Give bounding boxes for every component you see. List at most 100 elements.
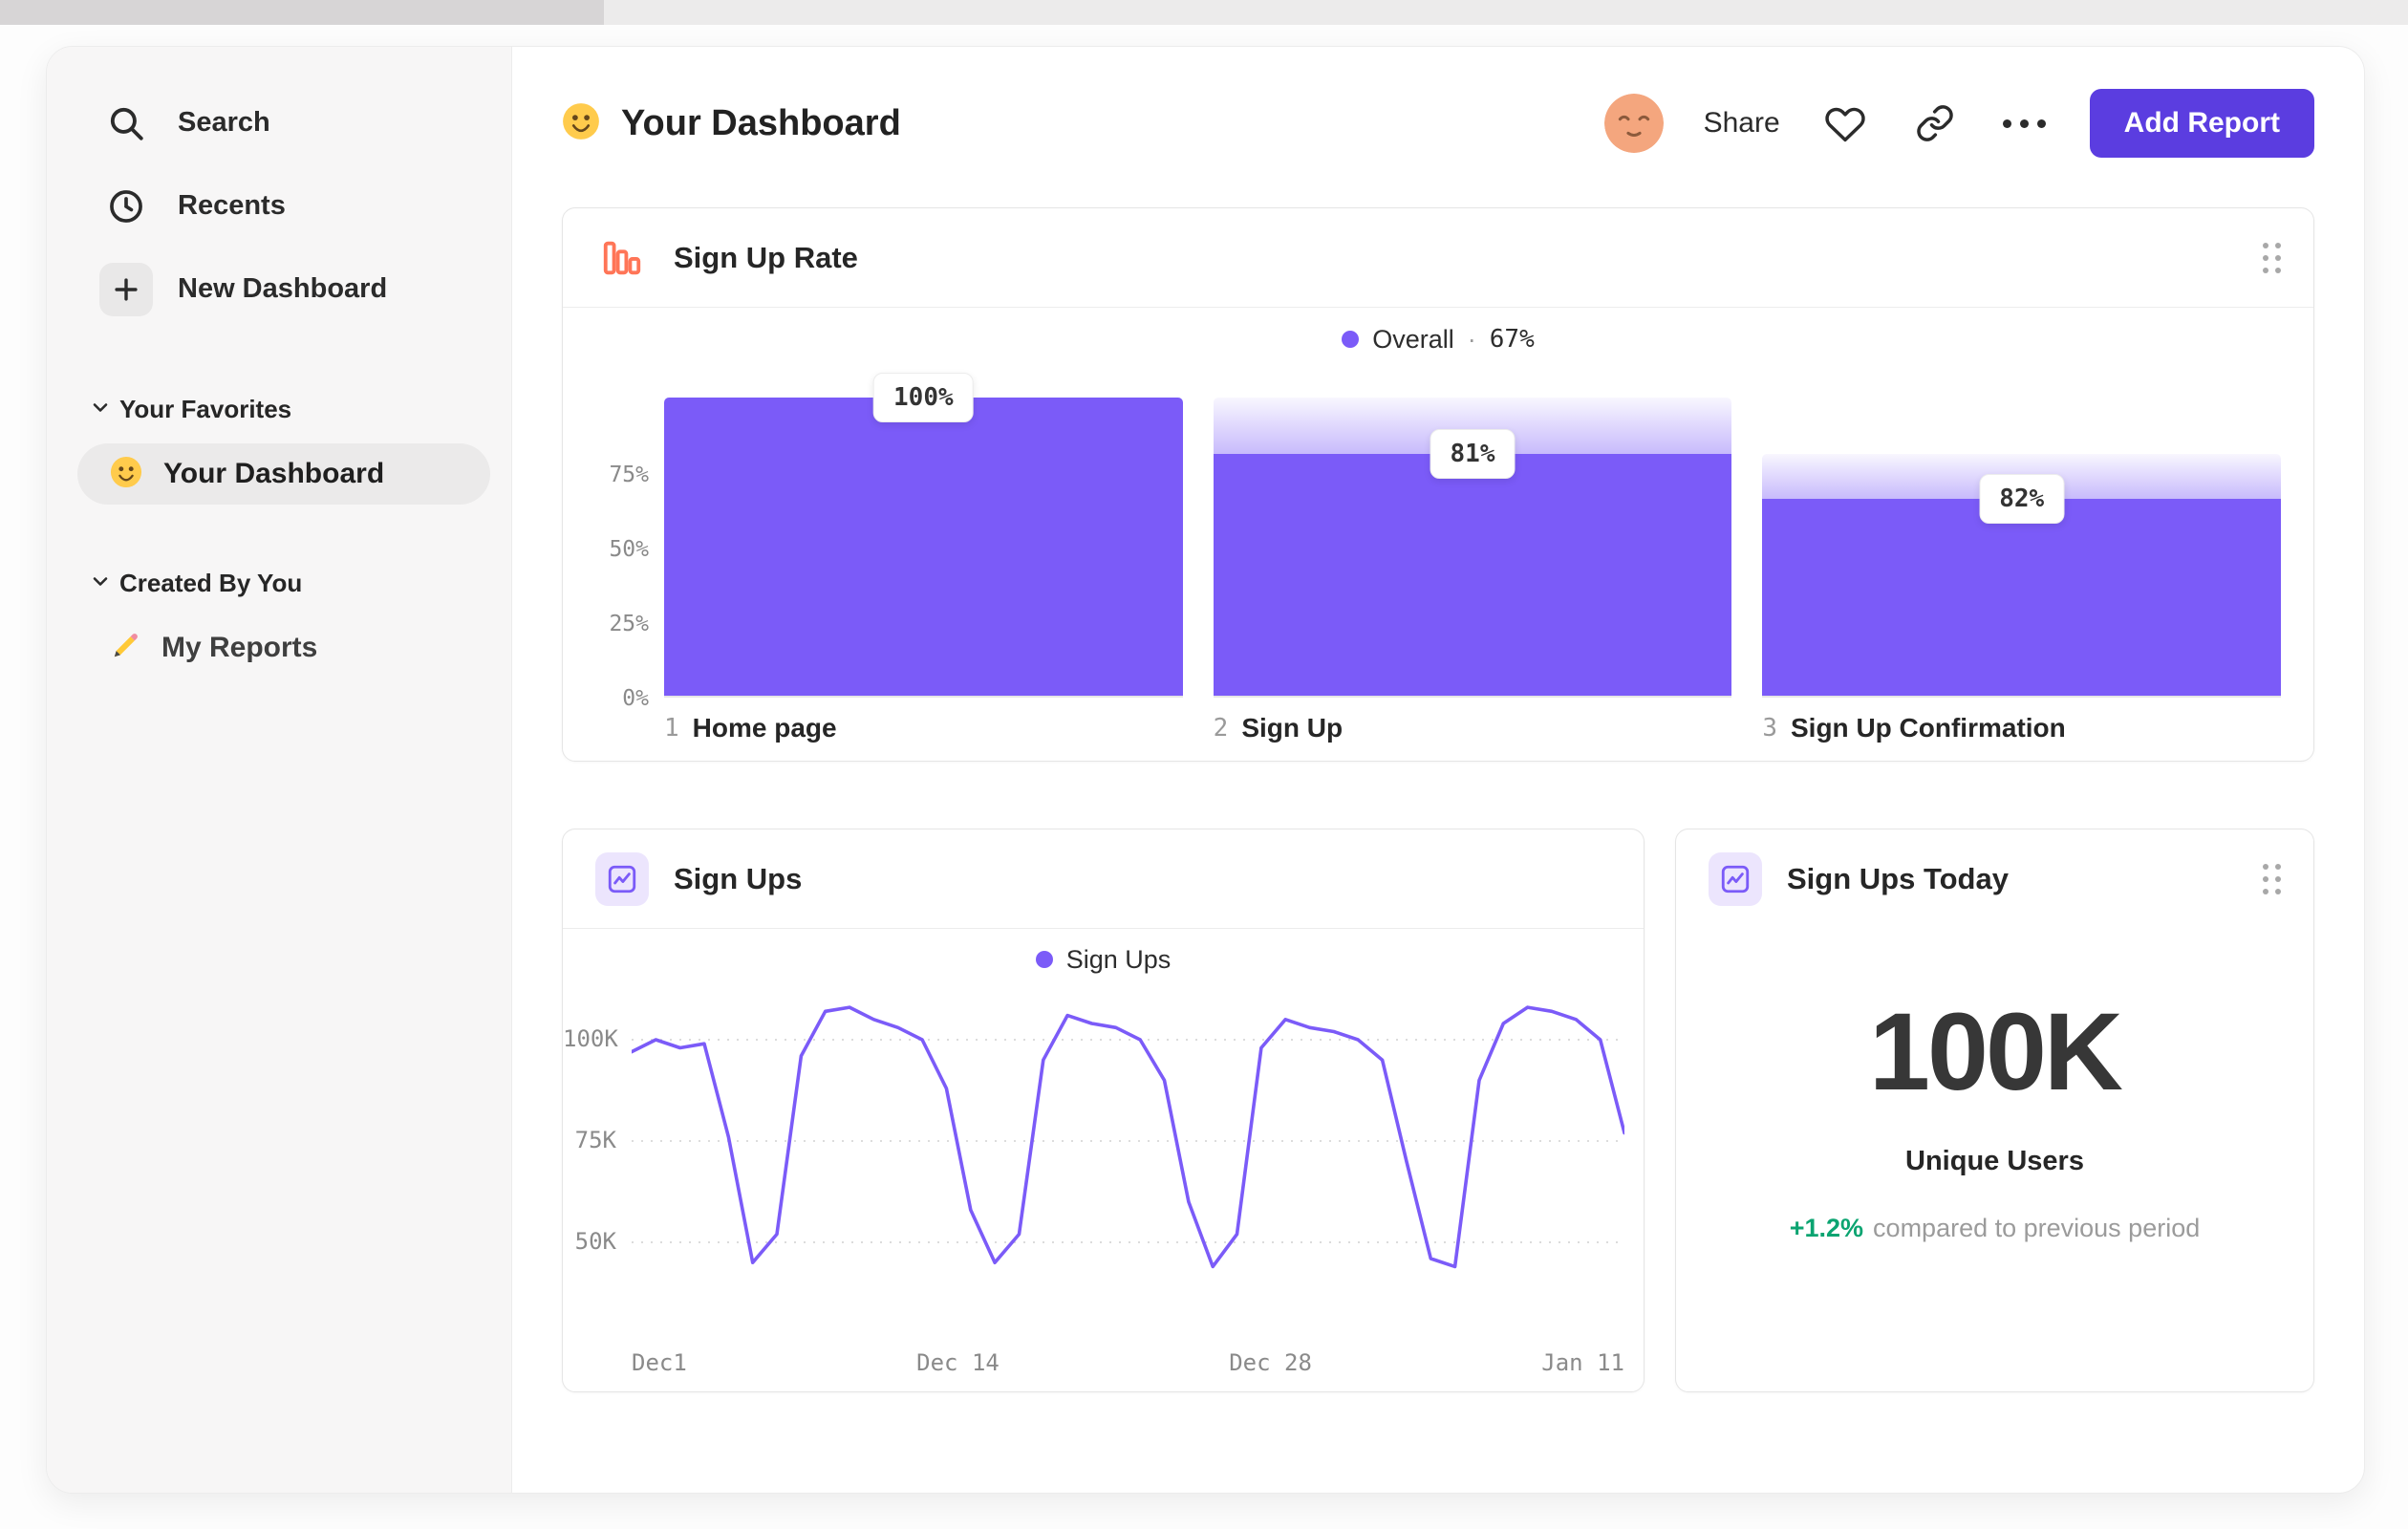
x-tick: Dec 28	[1229, 1349, 1312, 1376]
kpi-label: Unique Users	[1905, 1146, 2084, 1176]
step-number: 3	[1762, 714, 1777, 743]
step-number: 2	[1213, 714, 1229, 743]
legend-separator: ·	[1467, 324, 1476, 354]
more-options-button[interactable]	[2000, 98, 2050, 148]
search-icon	[99, 97, 153, 150]
sidebar-item-label: Your Dashboard	[163, 458, 385, 489]
line-legend[interactable]: Sign Ups	[563, 929, 1644, 990]
card-header: Sign Ups	[563, 829, 1644, 929]
funnel-step-label: 2 Sign Up	[1214, 713, 1732, 743]
top-strip	[0, 0, 2408, 25]
funnel-y-axis: 75% 50% 25% 0%	[595, 399, 664, 711]
legend-dot	[1035, 951, 1053, 968]
y-tick: 0%	[622, 686, 649, 711]
section-header-created-by-you[interactable]: Created By You	[47, 558, 511, 608]
y-tick: 25%	[609, 612, 649, 636]
card-sign-ups: Sign Ups Sign Ups 100K 75K 50K Dec1 Dec …	[562, 829, 1645, 1392]
funnel-x-axis: 1 Home page 2 Sign Up 3 Sign Up Confirma…	[563, 713, 2313, 743]
funnel-bars: 100% 81% 82%	[664, 373, 2282, 698]
drag-handle-icon[interactable]	[2263, 864, 2281, 894]
cards-row: Sign Ups Sign Ups 100K 75K 50K Dec1 Dec …	[562, 829, 2314, 1392]
kpi-delta: +1.2%	[1789, 1214, 1864, 1242]
line-chart-plot	[632, 1005, 1624, 1269]
kpi-value: 100K	[1869, 991, 2123, 1113]
sidebar: Search Recents New Dashboard Your Favori…	[47, 47, 512, 1493]
line-x-axis: Dec1 Dec 14 Dec 28 Jan 11	[632, 1344, 1624, 1382]
page-header: Your Dashboard Share Add Report	[562, 87, 2314, 160]
app-window: Search Recents New Dashboard Your Favori…	[46, 46, 2365, 1494]
sidebar-item-your-dashboard[interactable]: Your Dashboard	[77, 443, 490, 505]
section-created-by-you: Created By You My Reports	[47, 558, 511, 678]
funnel-value-badge: 82%	[1979, 474, 2065, 525]
bar-solid-segment	[1762, 499, 2282, 696]
sidebar-item-new-dashboard[interactable]: New Dashboard	[47, 248, 511, 331]
page-title: Your Dashboard	[621, 102, 901, 143]
funnel-x-labels: 1 Home page 2 Sign Up 3 Sign Up Confirma…	[664, 713, 2281, 743]
page-title-group: Your Dashboard	[562, 102, 901, 145]
add-report-button[interactable]: Add Report	[2089, 89, 2314, 158]
sidebar-item-label: My Reports	[161, 632, 318, 663]
line-chart[interactable]: 100K 75K 50K Dec1 Dec 14 Dec 28 Jan 11	[563, 990, 1644, 1382]
card-title: Sign Ups	[674, 861, 803, 895]
share-button[interactable]: Share	[1704, 107, 1780, 140]
section-label: Your Favorites	[119, 394, 292, 423]
sign-ups-series-line	[632, 1005, 1624, 1269]
smiley-icon	[110, 456, 142, 493]
top-strip-left-segment	[0, 0, 604, 25]
card-header: Sign Ups Today	[1676, 829, 2313, 929]
funnel-bar-sign-up-confirmation[interactable]: 82%	[1762, 399, 2282, 698]
x-tick: Dec 14	[916, 1349, 1000, 1376]
card-title: Sign Ups Today	[1787, 862, 2009, 895]
bar-solid-segment	[1213, 454, 1732, 696]
line-chart-icon	[1709, 852, 1762, 906]
main-content: Your Dashboard Share Add Report Sign Up …	[512, 47, 2364, 1493]
funnel-value-badge: 81%	[1430, 429, 1516, 480]
section-header-your-favorites[interactable]: Your Favorites	[47, 384, 511, 434]
axis-spacer	[595, 713, 664, 743]
step-name: Sign Up	[1241, 713, 1344, 743]
pencil-icon	[110, 631, 140, 666]
bar-solid-segment	[664, 398, 1183, 696]
kpi-delta-text: compared to previous period	[1873, 1214, 2201, 1242]
sidebar-item-search[interactable]: Search	[47, 81, 511, 164]
kpi-delta-row: +1.2% compared to previous period	[1676, 1214, 2313, 1243]
smiley-icon	[562, 102, 600, 145]
drag-handle-icon[interactable]	[2263, 242, 2281, 273]
card-title: Sign Up Rate	[674, 240, 858, 274]
user-avatar[interactable]	[1603, 94, 1664, 153]
funnel-chart-icon	[595, 231, 649, 285]
y-tick: 75K	[574, 1127, 616, 1153]
line-chart-icon	[595, 851, 649, 906]
card-sign-ups-today: Sign Ups Today 100K Unique Users +1.2% co…	[1675, 829, 2314, 1392]
chevron-down-icon	[89, 570, 112, 597]
funnel-bar-sign-up[interactable]: 81%	[1213, 398, 1732, 698]
plus-icon	[99, 262, 153, 316]
sidebar-item-label: Search	[178, 107, 270, 138]
legend-label: Overall	[1372, 324, 1454, 354]
sidebar-item-recents[interactable]: Recents	[47, 164, 511, 248]
chevron-down-icon	[89, 396, 112, 423]
favorite-heart-button[interactable]	[1820, 98, 1870, 148]
y-tick: 100K	[563, 1025, 618, 1052]
section-label: Created By You	[119, 568, 303, 597]
y-tick: 50K	[574, 1228, 616, 1255]
card-header: Sign Up Rate	[563, 208, 2313, 308]
header-actions: Share Add Report	[1603, 89, 2314, 158]
y-tick: 50%	[609, 537, 649, 562]
sidebar-item-label: New Dashboard	[178, 273, 388, 304]
section-your-favorites: Your Favorites Your Dashboard	[47, 384, 511, 505]
x-tick: Dec1	[632, 1349, 687, 1376]
funnel-bar-home-page[interactable]: 100%	[664, 373, 1183, 698]
funnel-step-label: 3 Sign Up Confirmation	[1762, 713, 2281, 743]
legend-label: Sign Ups	[1065, 944, 1172, 974]
y-tick: 75%	[609, 463, 649, 487]
card-sign-up-rate: Sign Up Rate Overall · 67% 75% 50% 25% 0…	[562, 207, 2314, 762]
sidebar-item-my-reports[interactable]: My Reports	[77, 617, 490, 678]
step-number: 1	[664, 714, 679, 743]
funnel-legend[interactable]: Overall · 67%	[563, 308, 2313, 371]
screen: Search Recents New Dashboard Your Favori…	[0, 0, 2408, 1529]
sidebar-item-label: Recents	[178, 190, 286, 221]
funnel-value-badge: 100%	[873, 373, 974, 422]
copy-link-button[interactable]	[1910, 98, 1960, 148]
funnel-step-label: 1 Home page	[664, 713, 1183, 743]
